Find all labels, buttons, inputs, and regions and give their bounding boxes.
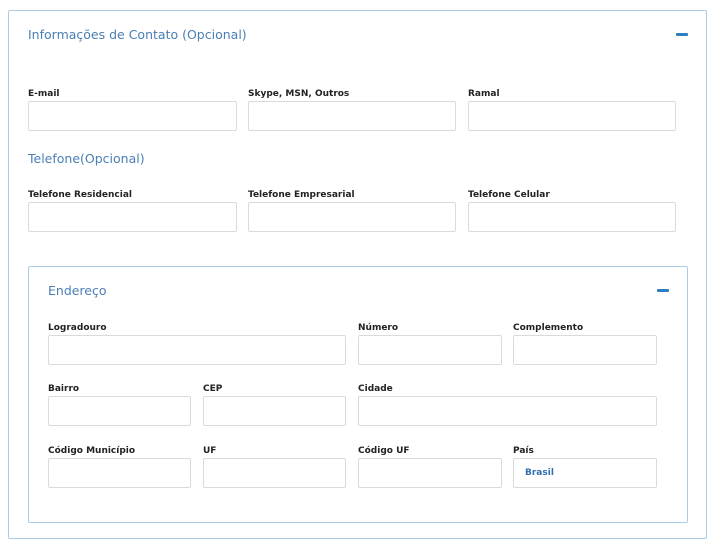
cep-label: CEP <box>203 384 223 394</box>
contact-collapse-minus-icon[interactable] <box>676 33 688 36</box>
pais-label: País <box>513 446 534 456</box>
tel-celular-field[interactable] <box>468 202 676 232</box>
codigo-municipio-label: Código Município <box>48 446 136 456</box>
logradouro-field[interactable] <box>48 335 346 365</box>
numero-field[interactable] <box>358 335 502 365</box>
uf-label: UF <box>203 446 217 456</box>
bairro-field[interactable] <box>48 396 191 426</box>
cep-field[interactable] <box>203 396 346 426</box>
contact-info-title: Informações de Contato (Opcional) <box>28 27 247 42</box>
address-title: Endereço <box>48 283 107 298</box>
address-collapse-minus-icon[interactable] <box>657 289 669 292</box>
cidade-label: Cidade <box>358 384 393 394</box>
logradouro-label: Logradouro <box>48 323 107 333</box>
codigo-uf-label: Código UF <box>358 446 410 456</box>
ramal-field[interactable] <box>468 101 676 131</box>
bairro-label: Bairro <box>48 384 80 394</box>
uf-field[interactable] <box>203 458 346 488</box>
tel-celular-label: Telefone Celular <box>468 190 550 200</box>
pais-field[interactable] <box>513 458 657 488</box>
numero-label: Número <box>358 323 399 333</box>
skype-field[interactable] <box>248 101 456 131</box>
ramal-label: Ramal <box>468 89 500 99</box>
cidade-field[interactable] <box>358 396 657 426</box>
tel-residencial-field[interactable] <box>28 202 237 232</box>
skype-label: Skype, MSN, Outros <box>248 89 350 99</box>
phone-section-title: Telefone(Opcional) <box>28 151 145 166</box>
email-field[interactable] <box>28 101 237 131</box>
complemento-field[interactable] <box>513 335 657 365</box>
codigo-uf-field[interactable] <box>358 458 502 488</box>
tel-empresarial-field[interactable] <box>248 202 456 232</box>
email-label: E-mail <box>28 89 60 99</box>
complemento-label: Complemento <box>513 323 584 333</box>
tel-empresarial-label: Telefone Empresarial <box>248 190 355 200</box>
codigo-municipio-field[interactable] <box>48 458 191 488</box>
tel-residencial-label: Telefone Residencial <box>28 190 132 200</box>
